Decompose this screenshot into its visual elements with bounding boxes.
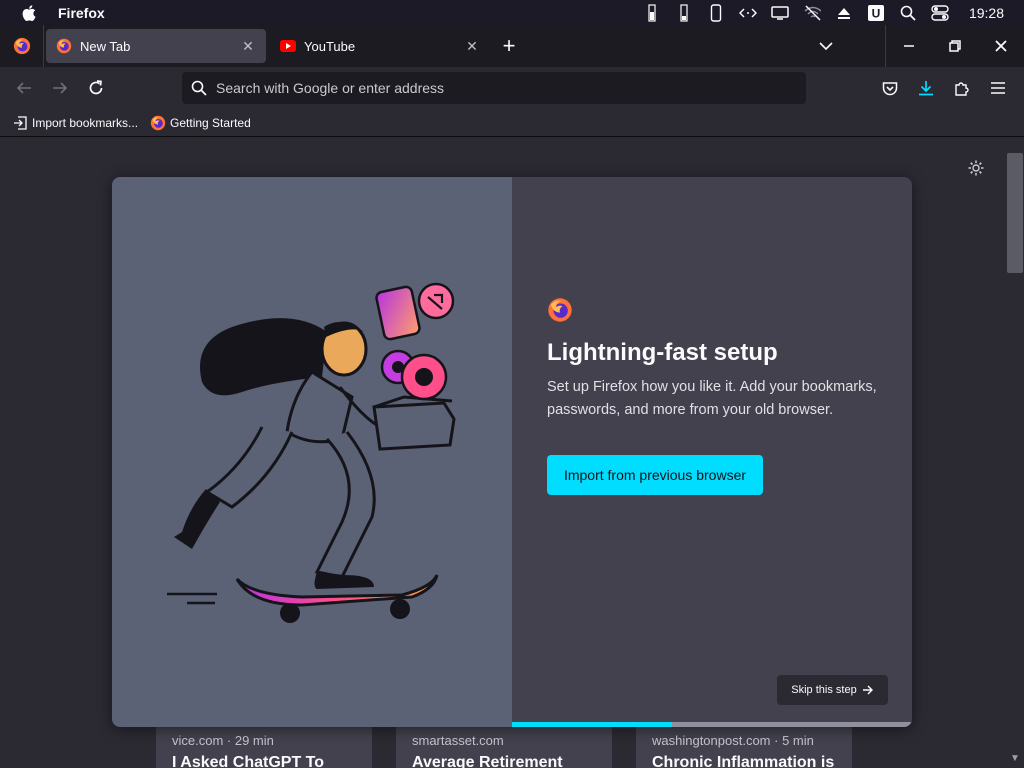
personalize-button[interactable]	[966, 158, 986, 178]
tab-youtube[interactable]: YouTube ✕	[270, 29, 490, 63]
onboarding-title: Lightning-fast setup	[547, 339, 778, 366]
minimize-button[interactable]	[886, 25, 932, 67]
story-card[interactable]: smartasset.com Average Retirement	[396, 725, 612, 768]
bookmark-label: Import bookmarks...	[32, 115, 139, 130]
onboarding-description: Set up Firefox how you like it. Add your…	[547, 379, 877, 418]
skip-step-button[interactable]: Skip this step	[777, 675, 888, 705]
address-bar[interactable]	[182, 72, 806, 104]
bookmarks-toolbar: Import bookmarks... Getting Started	[0, 109, 1024, 137]
bookmark-import[interactable]: Import bookmarks...	[12, 115, 138, 131]
pocket-icon	[882, 81, 898, 95]
spotlight-search-icon[interactable]	[899, 5, 917, 21]
firefox-icon	[150, 115, 166, 131]
onboarding-illustration-panel	[112, 177, 512, 727]
download-icon	[919, 81, 933, 96]
close-window-button[interactable]	[978, 25, 1024, 67]
menubar-clock[interactable]: 19:28	[969, 5, 1004, 21]
app-name[interactable]: Firefox	[58, 5, 105, 21]
svg-text:U: U	[872, 6, 881, 20]
control-center-icon[interactable]	[931, 4, 949, 21]
story-title: Chronic Inflammation is	[652, 754, 835, 768]
firefox-logo-icon	[548, 298, 572, 322]
arrow-right-icon	[53, 82, 68, 94]
macos-menubar: Firefox U 19:28	[0, 0, 1024, 25]
forward-button[interactable]	[42, 72, 78, 104]
plus-icon: +	[502, 33, 516, 58]
window-controls	[885, 25, 1024, 67]
search-icon	[190, 79, 208, 97]
display-icon[interactable]	[771, 5, 789, 21]
bookmark-label: Getting Started	[170, 115, 251, 130]
pocket-button[interactable]	[872, 72, 908, 104]
story-card[interactable]: washingtonpost.com · 5 min Chronic Infla…	[636, 725, 852, 768]
hamburger-menu-icon	[991, 82, 1005, 94]
scrollbar-thumb[interactable]	[1007, 153, 1023, 273]
story-card[interactable]: vice.com · 29 min I Asked ChatGPT To	[156, 725, 372, 768]
onboarding-progress-track	[512, 722, 912, 727]
tab-label: YouTube	[304, 38, 356, 54]
minimize-icon	[904, 45, 914, 47]
app-menu-button[interactable]	[980, 72, 1016, 104]
skip-label: Skip this step	[791, 684, 857, 696]
scroll-down-arrow[interactable]: ▼	[1010, 753, 1020, 764]
close-icon	[995, 40, 1007, 52]
story-source: vice.com · 29 min	[172, 733, 274, 748]
arrow-left-icon	[16, 82, 31, 94]
close-tab-icon[interactable]: ✕	[240, 38, 256, 54]
new-tab-page: ▼ vice.com · 29 min I Asked ChatGPT To s…	[0, 137, 1024, 768]
onboarding-progress-fill	[512, 722, 672, 727]
arrow-right-icon	[862, 685, 873, 695]
reload-button[interactable]	[78, 72, 114, 104]
apple-icon[interactable]	[0, 4, 58, 21]
youtube-icon	[280, 38, 296, 54]
phone-icon[interactable]	[707, 3, 725, 22]
back-button[interactable]	[6, 72, 42, 104]
restore-icon	[949, 40, 961, 52]
story-source: washingtonpost.com · 5 min	[652, 733, 814, 748]
close-tab-icon[interactable]: ✕	[464, 38, 480, 54]
restore-button[interactable]	[932, 25, 978, 67]
wifi-off-icon[interactable]	[803, 4, 821, 21]
firefox-view-button[interactable]	[0, 25, 44, 67]
bookmark-getting-started[interactable]: Getting Started	[150, 115, 251, 131]
import-icon	[12, 115, 28, 131]
story-source: smartasset.com	[412, 733, 504, 748]
cpu-icon[interactable]	[675, 3, 693, 22]
extensions-button[interactable]	[944, 72, 980, 104]
downloads-button[interactable]	[908, 72, 944, 104]
onboarding-dialog: Lightning-fast setup Set up Firefox how …	[112, 177, 912, 727]
import-browser-button[interactable]: Import from previous browser	[547, 455, 763, 495]
new-tab-button[interactable]: +	[492, 25, 526, 67]
firefox-icon	[13, 37, 30, 55]
address-input[interactable]	[216, 80, 776, 96]
skateboarder-illustration	[167, 282, 456, 623]
u-app-icon[interactable]: U	[867, 4, 885, 21]
tab-strip: New Tab ✕ YouTube ✕ +	[0, 25, 1024, 67]
tab-new-tab[interactable]: New Tab ✕	[46, 29, 266, 63]
story-title: I Asked ChatGPT To	[172, 754, 325, 768]
gear-icon	[968, 160, 984, 176]
tab-label: New Tab	[80, 38, 131, 54]
memory-icon[interactable]	[643, 3, 661, 22]
code-icon[interactable]	[738, 5, 757, 21]
list-all-tabs-button[interactable]	[812, 25, 840, 67]
story-title: Average Retirement	[412, 754, 563, 768]
chevron-down-icon	[819, 42, 833, 51]
puzzle-icon	[955, 82, 969, 96]
story-cards: vice.com · 29 min I Asked ChatGPT To sma…	[156, 725, 876, 768]
firefox-icon	[56, 38, 72, 54]
reload-icon	[89, 80, 103, 95]
eject-icon[interactable]	[835, 5, 853, 21]
navigation-toolbar	[0, 67, 1024, 109]
onboarding-content-panel: Lightning-fast setup Set up Firefox how …	[512, 177, 912, 727]
